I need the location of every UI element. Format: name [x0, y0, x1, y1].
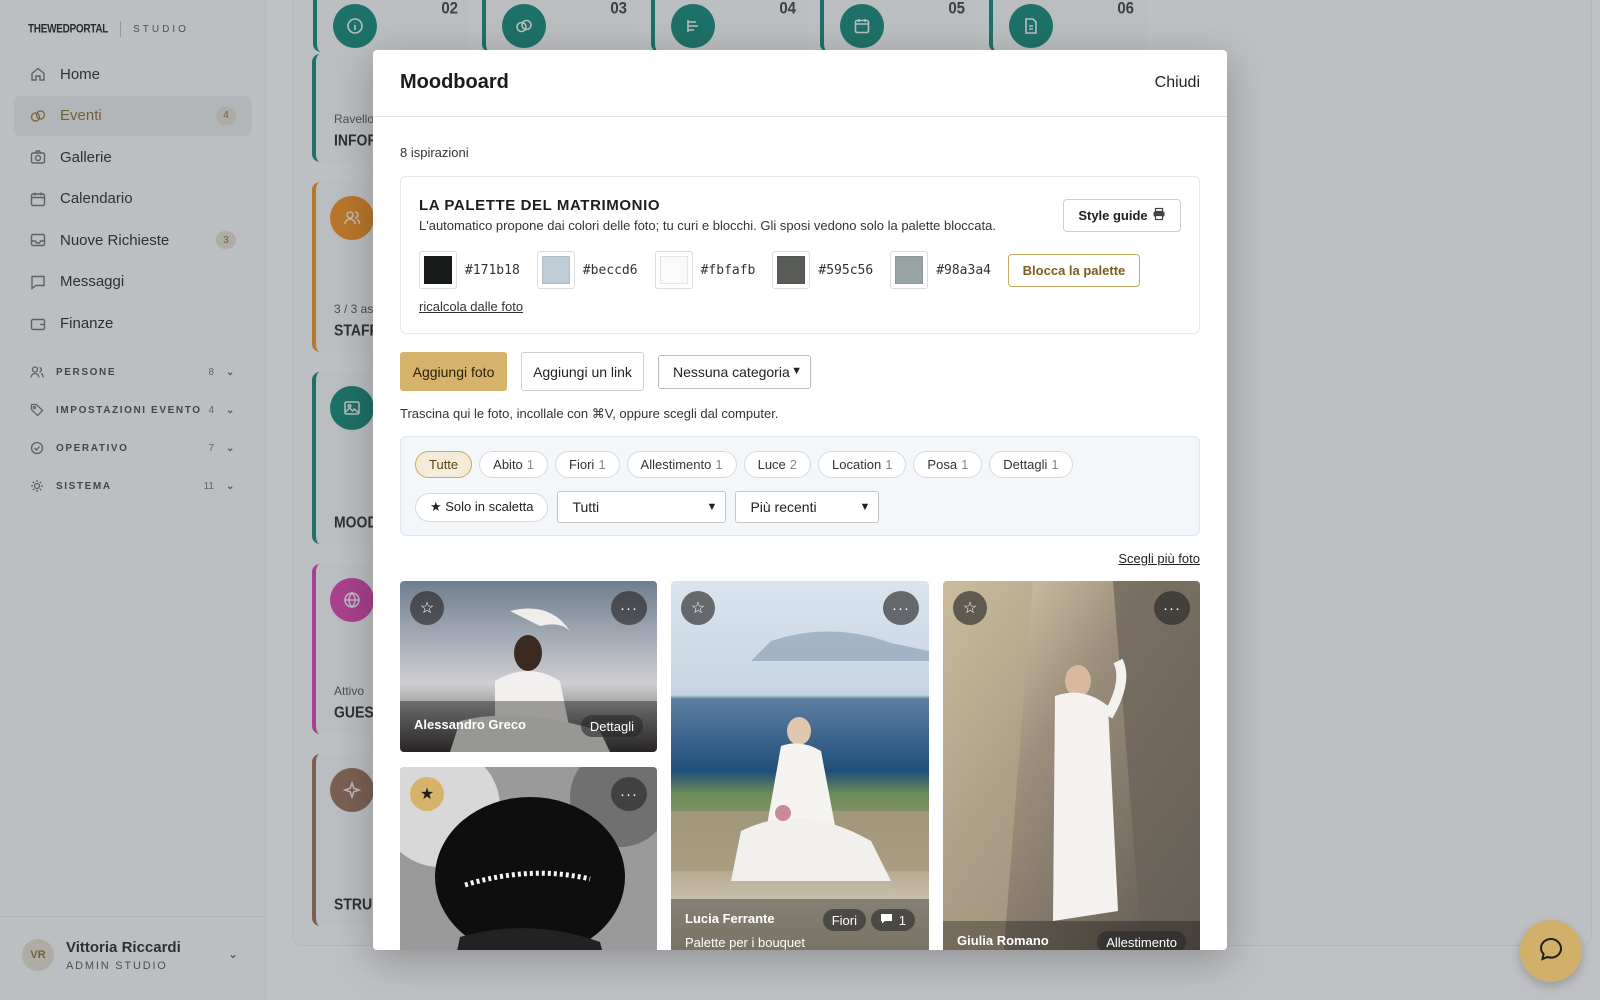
style-guide-button[interactable]: Style guide	[1063, 199, 1181, 232]
secondary-filters: ★ Solo in scaletta Tutti ▼ Più recenti ▼	[415, 491, 880, 523]
moodboard-modal: Moodboard Chiudi 8 ispirazioni LA PALETT…	[373, 50, 1227, 950]
sort-select-value: Più recenti	[750, 499, 817, 515]
color-hex: #171b18	[465, 262, 520, 278]
filter-chip-dettagli[interactable]: Dettagli 1	[989, 451, 1073, 478]
more-options-icon[interactable]: ···	[1154, 591, 1190, 625]
color-chip	[419, 251, 457, 289]
chip-count: 1	[598, 457, 606, 472]
palette-swatch[interactable]: #98a3a4	[890, 251, 991, 289]
color-chip	[536, 251, 575, 289]
author-select-value: Tutti	[572, 499, 600, 515]
photo-image	[671, 581, 929, 950]
chevron-down-icon: ▼	[706, 501, 718, 513]
printer-icon	[1152, 207, 1166, 224]
add-link-button[interactable]: Aggiungi un link	[521, 352, 644, 391]
chip-count: 1	[961, 457, 969, 472]
color-hex: #595c56	[818, 262, 874, 278]
upload-actions: Aggiungi foto Aggiungi un link Nessuna c…	[400, 352, 811, 391]
palette-description: L'automatico propone dai colori delle fo…	[419, 218, 996, 233]
chip-label: Luce	[757, 457, 786, 472]
lock-palette-button[interactable]: Blocca la palette	[1007, 253, 1140, 287]
chip-count: 1	[1051, 457, 1059, 472]
drop-hint: Trascina qui le foto, incollale con ⌘V, …	[400, 406, 779, 421]
color-hex: #fbfafb	[700, 262, 756, 278]
chip-label: Dettagli	[1003, 457, 1048, 472]
star-outline-icon[interactable]: ☆	[681, 591, 715, 625]
photo-author: Lucia Ferrante	[685, 911, 775, 926]
chip-label: Tutte	[429, 457, 459, 472]
add-photo-button[interactable]: Aggiungi foto	[400, 352, 507, 391]
chevron-down-icon: ▼	[791, 364, 802, 377]
chip-label: Abito	[493, 457, 523, 472]
color-chip	[654, 251, 693, 289]
more-options-icon[interactable]: ···	[611, 591, 647, 625]
color-hex: #98a3a4	[936, 262, 991, 278]
star-outline-icon[interactable]: ☆	[410, 591, 444, 625]
style-guide-label: Style guide	[1078, 208, 1148, 223]
photo-tag: Fiori	[822, 909, 866, 931]
chip-count: 1	[715, 457, 723, 472]
photo-card[interactable]: ★ ···	[400, 767, 657, 950]
photo-caption: Palette per i bouquet	[685, 935, 805, 950]
color-hex: #beccd6	[582, 262, 638, 278]
inspiration-count: 8 ispirazioni	[400, 145, 469, 160]
photo-tag: Dettagli	[580, 715, 643, 737]
chip-label: Fiori	[569, 457, 595, 472]
category-select[interactable]: Nessuna categoria ▼	[658, 354, 811, 389]
filter-chip-posa[interactable]: Posa 1	[913, 451, 983, 478]
color-chip	[772, 251, 811, 289]
recalculate-link[interactable]: ricalcola dalle foto	[419, 299, 523, 314]
star-filled-icon[interactable]: ★	[410, 777, 444, 811]
category-select-value: Nessuna categoria	[673, 363, 790, 380]
chip-count: 1	[885, 457, 893, 472]
palette-swatch[interactable]: #fbfafb	[654, 251, 756, 289]
comment-icon	[880, 912, 893, 928]
category-filters: Tutte Abito 1 Fiori 1 Allestimento 1 Luce 2 …	[415, 451, 1073, 478]
chevron-down-icon: ▼	[859, 501, 871, 513]
palette-swatch[interactable]: #171b18	[419, 251, 520, 289]
photo-card[interactable]: ☆ ··· Lucia Ferrante Fiori 1 Palette per…	[671, 581, 929, 950]
sort-select[interactable]: Più recenti ▼	[735, 491, 880, 523]
comment-count-value: 1	[898, 912, 906, 928]
photo-grid: ☆ ··· Alessandro Greco Dettagli ★ ··· ☆ …	[400, 581, 1200, 950]
palette-title: LA PALETTE DEL MATRIMONIO	[419, 197, 661, 214]
choose-more-photos-link[interactable]: Scegli più foto	[1118, 551, 1200, 566]
modal-header: Moodboard Chiudi	[373, 50, 1227, 117]
more-options-icon[interactable]: ···	[611, 777, 647, 811]
filter-chip-luce[interactable]: Luce 2	[743, 451, 812, 478]
filter-chip-location[interactable]: Location 1	[818, 451, 907, 478]
author-select[interactable]: Tutti ▼	[557, 491, 727, 523]
comment-count[interactable]: 1	[870, 909, 915, 931]
photo-card[interactable]: ☆ ··· Giulia Romano Allestimento	[943, 581, 1200, 950]
photo-author: Alessandro Greco	[414, 717, 526, 732]
filter-panel: Tutte Abito 1 Fiori 1 Allestimento 1 Luce 2 …	[400, 436, 1200, 536]
filter-chip-allestimento[interactable]: Allestimento 1	[626, 451, 737, 478]
chip-count: 2	[789, 457, 798, 472]
palette-swatch[interactable]: #beccd6	[536, 251, 638, 289]
close-button[interactable]: Chiudi	[1155, 74, 1200, 92]
more-options-icon[interactable]: ···	[883, 591, 919, 625]
photo-author: Giulia Romano	[957, 933, 1049, 948]
chip-count: 1	[526, 457, 535, 472]
chip-label: Posa	[927, 457, 958, 472]
photo-tag: Allestimento	[1097, 931, 1186, 950]
chip-label: Location	[832, 457, 882, 472]
palette-panel: LA PALETTE DEL MATRIMONIO L'automatico p…	[400, 176, 1200, 334]
chat-bubble-icon	[1538, 936, 1564, 967]
modal-title: Moodboard	[400, 71, 509, 93]
color-chip	[890, 251, 929, 289]
filter-chip-tutte[interactable]: Tutte	[415, 451, 473, 478]
chat-fab-button[interactable]	[1520, 920, 1582, 982]
filter-chip-fiori[interactable]: Fiori 1	[555, 451, 620, 478]
palette-swatch[interactable]: #595c56	[772, 251, 873, 289]
palette-swatches: #171b18 #beccd6 #fbfafb #595c56 #98a3a4 …	[419, 251, 1140, 289]
shortlist-toggle[interactable]: ★ Solo in scaletta	[415, 492, 549, 522]
photo-card[interactable]: ☆ ··· Alessandro Greco Dettagli	[400, 581, 657, 752]
star-outline-icon[interactable]: ☆	[953, 591, 987, 625]
photo-image	[943, 581, 1200, 950]
filter-chip-abito[interactable]: Abito 1	[479, 451, 549, 478]
chip-label: Allestimento	[640, 457, 712, 472]
